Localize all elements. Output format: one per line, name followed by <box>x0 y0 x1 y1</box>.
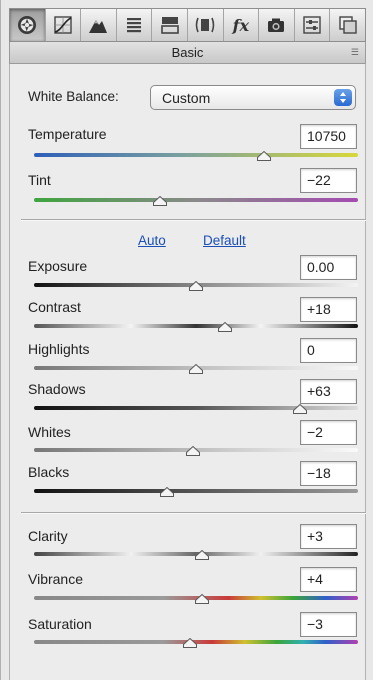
section-divider <box>21 219 366 221</box>
lens-icon <box>195 17 215 33</box>
detail-tab[interactable] <box>81 9 117 41</box>
temperature-track[interactable] <box>34 153 358 157</box>
camera-icon <box>268 18 285 32</box>
white-balance-value: Custom <box>162 90 211 106</box>
sliders-icon <box>303 16 321 34</box>
panel-header: Basic ☰ <box>9 42 366 64</box>
aperture-icon <box>18 16 37 34</box>
default-link[interactable]: Default <box>203 233 246 248</box>
blacks-track[interactable] <box>34 489 358 493</box>
exposure-label: Exposure <box>28 258 88 274</box>
contrast-label: Contrast <box>28 299 81 315</box>
blacks-field[interactable]: −18 <box>300 461 357 486</box>
contrast-slider-thumb[interactable] <box>218 322 233 332</box>
panel-tab-toolbar: fx <box>9 8 366 42</box>
contrast-field[interactable]: +18 <box>300 297 357 322</box>
presets-tab[interactable] <box>294 9 331 41</box>
effects-tab[interactable]: fx <box>223 9 260 41</box>
vibrance-label: Vibrance <box>28 571 84 587</box>
temperature-field[interactable]: 10750 <box>300 124 357 149</box>
whites-slider-thumb[interactable] <box>185 446 200 456</box>
clarity-label: Clarity <box>28 528 68 544</box>
exposure-slider-thumb[interactable] <box>189 281 203 291</box>
split-toning-icon <box>160 17 179 34</box>
tint-track[interactable] <box>34 198 358 202</box>
basic-panel: fx Basic ☰ White Balance: Custom Tempera… <box>0 0 373 680</box>
tone-curve-icon <box>54 16 72 34</box>
clarity-slider-thumb[interactable] <box>195 550 210 560</box>
hsl-bars-icon <box>127 18 142 33</box>
shadows-field[interactable]: +63 <box>300 379 357 404</box>
temperature-label: Temperature <box>28 126 107 142</box>
fx-icon: fx <box>232 15 250 35</box>
blacks-label: Blacks <box>28 464 70 480</box>
panel-title: Basic <box>171 45 204 60</box>
highlights-label: Highlights <box>28 341 90 357</box>
mountain-icon <box>89 20 108 33</box>
highlights-slider-thumb[interactable] <box>189 364 203 374</box>
shadows-track[interactable] <box>34 406 358 410</box>
vibrance-slider-thumb[interactable] <box>195 594 210 604</box>
split-toning-tab[interactable] <box>152 9 188 41</box>
whites-field[interactable]: −2 <box>300 420 357 445</box>
whites-label: Whites <box>28 424 71 440</box>
clarity-field[interactable]: +3 <box>300 524 357 549</box>
camera-calibration-tab[interactable] <box>259 9 295 41</box>
contrast-track[interactable] <box>34 324 358 328</box>
temperature-slider-thumb[interactable] <box>257 151 272 161</box>
saturation-field[interactable]: −3 <box>300 612 357 637</box>
saturation-label: Saturation <box>28 616 92 632</box>
snapshots-tab[interactable] <box>330 9 365 41</box>
lens-corrections-tab[interactable] <box>187 9 224 41</box>
tint-slider-thumb[interactable] <box>153 196 168 206</box>
exposure-field[interactable]: 0.00 <box>300 255 357 280</box>
section-divider <box>21 512 366 514</box>
snapshots-icon <box>338 16 357 34</box>
white-balance-select[interactable]: Custom <box>150 85 356 110</box>
white-balance-label: White Balance: <box>28 89 119 104</box>
select-arrows-icon <box>334 89 352 106</box>
auto-link[interactable]: Auto <box>138 233 166 248</box>
tone-curve-tab[interactable] <box>45 9 82 41</box>
panel-menu-icon[interactable]: ☰ <box>351 42 359 63</box>
shadows-label: Shadows <box>28 381 86 397</box>
blacks-slider-thumb[interactable] <box>159 487 174 497</box>
shadows-slider-thumb[interactable] <box>292 404 307 414</box>
tint-label: Tint <box>28 172 51 188</box>
hsl-tab[interactable] <box>116 9 153 41</box>
highlights-field[interactable]: 0 <box>300 338 357 363</box>
vibrance-field[interactable]: +4 <box>300 567 357 592</box>
basic-tab[interactable] <box>10 9 46 41</box>
saturation-slider-thumb[interactable] <box>182 638 197 648</box>
tint-field[interactable]: −22 <box>300 168 357 193</box>
